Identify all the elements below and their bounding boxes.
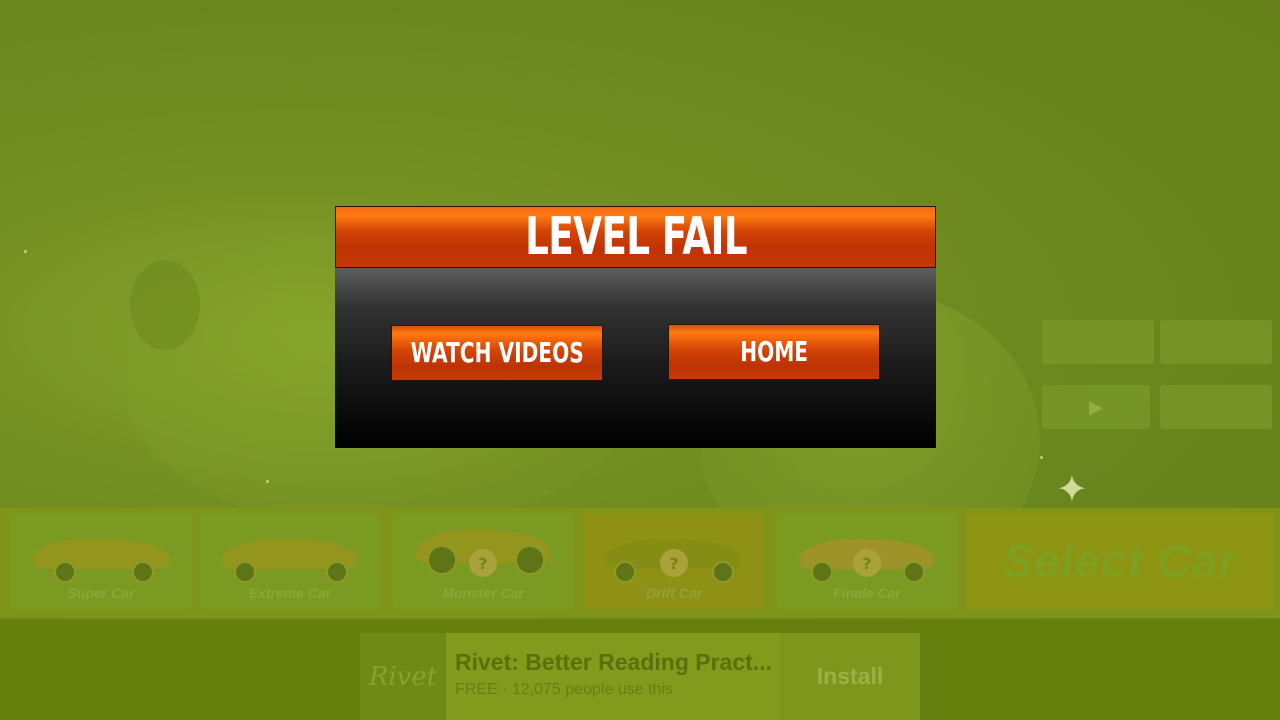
car-card-extreme: Extreme Car <box>200 513 380 609</box>
lock-icon: ? <box>660 549 688 577</box>
watch-videos-button[interactable]: WATCH VIDEOS <box>391 325 603 381</box>
car-label: Extreme Car <box>248 585 332 601</box>
star <box>266 480 269 483</box>
car-card-monster: ? Monster Car <box>393 513 573 609</box>
wheel-icon <box>515 545 545 575</box>
wheel-icon <box>712 561 734 583</box>
ad-install-button: Install <box>780 633 920 720</box>
wheel-icon <box>326 561 348 583</box>
car-card-super: Super Car <box>10 513 192 609</box>
ad-subtitle: FREE · 12,075 people use this <box>455 681 673 698</box>
side-menu-button: ▶ <box>1042 385 1150 429</box>
car-card-drift: ? Drift Car <box>584 513 764 609</box>
car-label: Drift Car <box>645 585 702 601</box>
lock-icon: ? <box>469 549 497 577</box>
wheel-icon <box>132 561 154 583</box>
dialog-body: WATCH VIDEOS HOME <box>335 268 936 448</box>
lock-icon: ? <box>853 549 881 577</box>
star <box>1040 456 1043 459</box>
car-card-finale: ? Finale Car <box>777 513 957 609</box>
home-label: HOME <box>740 335 808 368</box>
wheel-icon <box>614 561 636 583</box>
wheel-icon <box>234 561 256 583</box>
wheel-icon <box>427 545 457 575</box>
dialog-title: LEVEL FAIL <box>524 207 747 267</box>
side-menu-button <box>1042 320 1154 364</box>
ad-title: Rivet: Better Reading Pract... <box>455 649 772 675</box>
ad-banner: Rivet Rivet: Better Reading Pract... FRE… <box>360 633 920 720</box>
select-car-heading: Select Car <box>966 513 1274 609</box>
sparkle-icon: ✦ <box>1056 467 1088 511</box>
level-fail-dialog: LEVEL FAIL WATCH VIDEOS HOME <box>335 206 936 448</box>
wheel-icon <box>54 561 76 583</box>
car-label: Monster Car <box>442 585 524 601</box>
car-label: Finale Car <box>833 585 901 601</box>
watch-videos-label: WATCH VIDEOS <box>410 336 584 369</box>
star <box>24 250 27 253</box>
wheel-icon <box>811 561 833 583</box>
ad-text-block: Rivet: Better Reading Pract... FREE · 12… <box>446 633 780 720</box>
side-menu-button <box>1160 385 1272 429</box>
wheel-icon <box>903 561 925 583</box>
home-button[interactable]: HOME <box>668 324 880 380</box>
car-selection-bar: Super Car Extreme Car ? Monster Car ? Dr… <box>0 508 1280 618</box>
planet-crater <box>130 260 200 350</box>
dialog-header: LEVEL FAIL <box>335 206 936 268</box>
side-menu-button <box>1160 320 1272 364</box>
ad-app-icon: Rivet <box>360 633 446 720</box>
car-label: Super Car <box>67 585 135 601</box>
